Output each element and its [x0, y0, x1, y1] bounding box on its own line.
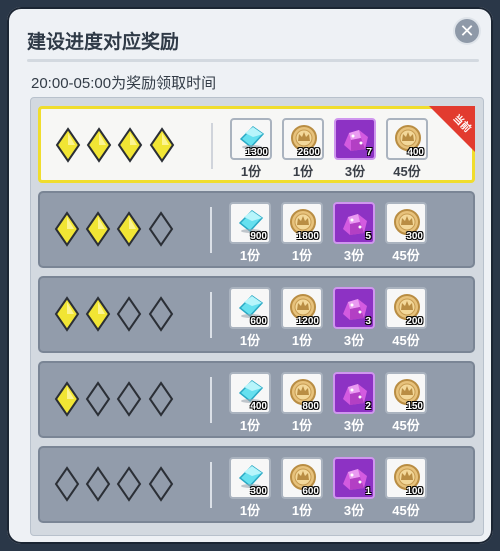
item-quantity: 300	[250, 486, 267, 497]
item-share-count: 1份	[240, 164, 262, 179]
item-quantity: 1300	[245, 147, 268, 158]
diamond-filled-icon	[149, 127, 175, 163]
item-quantity: 1	[365, 486, 371, 497]
diamond-empty-icon	[148, 466, 174, 502]
item-share-count: 1份	[239, 248, 261, 263]
item-share-count: 3份	[343, 248, 365, 263]
reward-item-slot[interactable]: 1	[333, 457, 375, 499]
diamond-empty-icon	[54, 466, 80, 502]
item-quantity: 300	[406, 231, 423, 242]
diamond-empty-icon	[116, 296, 142, 332]
reward-item-slot[interactable]: 1800	[281, 202, 323, 244]
item-share-count: 45份	[392, 503, 420, 518]
item-quantity: 5	[365, 231, 371, 242]
item-share-count: 45份	[393, 164, 421, 179]
diamond-empty-icon	[148, 211, 174, 247]
diamond-empty-icon	[148, 381, 174, 417]
reward-item-slot[interactable]: 2	[333, 372, 375, 414]
item-share-count: 45份	[392, 248, 420, 263]
reward-item-slot[interactable]: 400	[386, 118, 428, 160]
item-share-count: 1份	[239, 418, 261, 433]
reward-item-slot[interactable]: 2600	[282, 118, 324, 160]
title-divider	[27, 59, 479, 62]
item-share-count: 45份	[392, 333, 420, 348]
diamond-filled-icon	[54, 296, 80, 332]
reward-item-slot[interactable]: 400	[229, 372, 271, 414]
reward-item-slot[interactable]: 300	[229, 457, 271, 499]
item-quantity: 3	[365, 316, 371, 327]
reward-item-slot[interactable]: 150	[385, 372, 427, 414]
item-quantity: 100	[406, 486, 423, 497]
reward-item-slot[interactable]: 600	[281, 457, 323, 499]
reward-item-slot[interactable]: 200	[385, 287, 427, 329]
item-quantity: 1200	[296, 316, 319, 327]
reward-dialog: 建设进度对应奖励 ✕ 20:00-05:00为奖励领取时间 1300 1份 260…	[7, 7, 493, 544]
item-share-count: 1份	[292, 164, 314, 179]
diamond-empty-icon	[116, 381, 142, 417]
item-share-count: 1份	[291, 503, 313, 518]
reward-item-slot[interactable]: 1300	[230, 118, 272, 160]
item-share-count: 1份	[239, 333, 261, 348]
row-separator	[210, 207, 212, 253]
item-share-count: 3份	[344, 164, 366, 179]
reward-item-slot[interactable]: 900	[229, 202, 271, 244]
item-share-count: 1份	[239, 503, 261, 518]
item-share-count: 3份	[343, 503, 365, 518]
reward-tier-row: 900 1份 1800 1份 5 3份 300 45份	[38, 191, 475, 268]
item-quantity: 600	[250, 316, 267, 327]
current-tier-badge: 当前	[429, 106, 475, 152]
reward-tier-row: 400 1份 800 1份 2 3份 150 45份	[38, 361, 475, 438]
item-quantity: 400	[250, 401, 267, 412]
reward-item-slot[interactable]: 1200	[281, 287, 323, 329]
diamond-filled-icon	[54, 211, 80, 247]
item-quantity: 150	[406, 401, 423, 412]
reward-tier-row: 1300 1份 2600 1份 7 3份 400 45份 当前	[38, 106, 475, 183]
diamond-filled-icon	[55, 127, 81, 163]
reward-item-slot[interactable]: 800	[281, 372, 323, 414]
item-quantity: 400	[407, 147, 424, 158]
diamond-filled-icon	[86, 127, 112, 163]
item-quantity: 900	[250, 231, 267, 242]
row-separator	[210, 462, 212, 508]
item-quantity: 800	[302, 401, 319, 412]
diamond-filled-icon	[117, 127, 143, 163]
item-quantity: 7	[366, 147, 372, 158]
reward-item-slot[interactable]: 3	[333, 287, 375, 329]
item-share-count: 3份	[343, 333, 365, 348]
item-quantity: 600	[302, 486, 319, 497]
reward-item-slot[interactable]: 100	[385, 457, 427, 499]
diamond-empty-icon	[85, 381, 111, 417]
row-separator	[211, 123, 213, 169]
diamond-empty-icon	[85, 466, 111, 502]
diamond-filled-icon	[85, 211, 111, 247]
reward-tier-list[interactable]: 1300 1份 2600 1份 7 3份 400 45份 当前 900 1份 1…	[30, 97, 484, 536]
close-button[interactable]: ✕	[455, 19, 479, 43]
item-quantity: 2600	[297, 147, 320, 158]
diamond-filled-icon	[116, 211, 142, 247]
diamond-empty-icon	[148, 296, 174, 332]
row-separator	[210, 292, 212, 338]
item-quantity: 2	[365, 401, 371, 412]
diamond-filled-icon	[85, 296, 111, 332]
item-share-count: 45份	[392, 418, 420, 433]
reward-item-slot[interactable]: 600	[229, 287, 271, 329]
close-icon: ✕	[459, 21, 475, 41]
reward-item-slot[interactable]: 7	[334, 118, 376, 160]
diamond-empty-icon	[116, 466, 142, 502]
claim-time-text: 20:00-05:00为奖励领取时间	[31, 75, 217, 92]
item-quantity: 200	[406, 316, 423, 327]
diamond-filled-icon	[54, 381, 80, 417]
item-share-count: 3份	[343, 418, 365, 433]
dialog-title: 建设进度对应奖励	[27, 32, 180, 53]
item-quantity: 1800	[296, 231, 319, 242]
item-share-count: 1份	[291, 248, 313, 263]
reward-tier-row: 600 1份 1200 1份 3 3份 200 45份	[38, 276, 475, 353]
item-share-count: 1份	[291, 418, 313, 433]
item-share-count: 1份	[291, 333, 313, 348]
reward-tier-row: 300 1份 600 1份 1 3份 100 45份	[38, 446, 475, 523]
reward-item-slot[interactable]: 5	[333, 202, 375, 244]
reward-item-slot[interactable]: 300	[385, 202, 427, 244]
row-separator	[210, 377, 212, 423]
